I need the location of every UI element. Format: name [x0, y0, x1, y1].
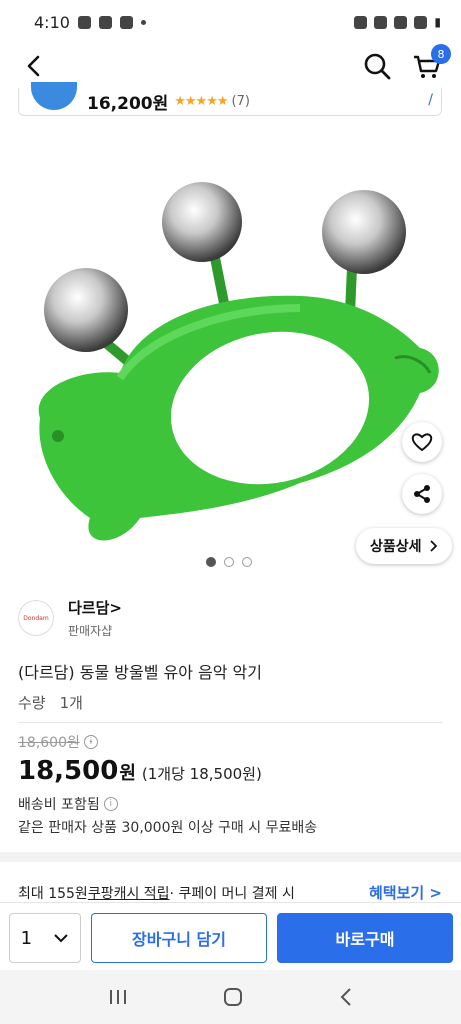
- original-price-row: 18,600원 i: [18, 732, 98, 752]
- info-icon[interactable]: i: [83, 735, 98, 749]
- pagination-dot[interactable]: [242, 557, 252, 567]
- alarm-icon: [374, 15, 388, 29]
- product-title: (다르담) 동물 방울벨 유아 음악 악기: [18, 663, 262, 682]
- more-dot-icon: [140, 19, 146, 25]
- seller-section[interactable]: Dondam 다르담> 판매자샵: [18, 597, 122, 639]
- chevron-down-icon: [54, 934, 69, 943]
- info-icon[interactable]: i: [103, 797, 118, 811]
- buy-now-button[interactable]: 바로구매: [277, 913, 453, 963]
- cash-suffix: · 쿠페이 머니 결제 시: [169, 885, 295, 902]
- gallery-icon: [119, 15, 133, 29]
- original-price: 18,600원: [18, 735, 80, 751]
- cash-reward-row: 최대 155원 쿠팡캐시 적립 · 쿠페이 머니 결제 시 혜택보기 >: [18, 882, 442, 903]
- recent-apps-icon[interactable]: [108, 988, 128, 1006]
- cash-prefix: 최대 155원: [18, 885, 88, 902]
- lock-icon: [354, 15, 368, 29]
- purchase-bar: 1 장바구니 담기 바로구매: [0, 902, 461, 970]
- unit-price: (1개당 18,500원): [141, 765, 262, 783]
- rating-stars: ★★★★★: [174, 94, 228, 109]
- product-image-gallery[interactable]: [0, 118, 461, 578]
- share-icon: [414, 485, 430, 503]
- quantity-select-value: 1: [20, 927, 33, 949]
- wishlist-button[interactable]: [402, 422, 442, 462]
- cart-button[interactable]: 8: [409, 44, 451, 84]
- free-shipping-note: 같은 판매자 상품 30,000원 이상 구매 시 무료배송: [18, 820, 318, 836]
- product-image: [38, 182, 439, 541]
- divider: [18, 722, 442, 723]
- share-button[interactable]: [402, 474, 442, 514]
- coupang-cash-link[interactable]: 쿠팡캐시 적립: [88, 883, 170, 903]
- mini-price: 16,200원: [87, 94, 169, 114]
- expand-icon[interactable]: /: [428, 92, 433, 108]
- product-detail-label: 상품상세: [370, 539, 422, 555]
- back-button[interactable]: [16, 48, 52, 84]
- wifi-icon: [394, 15, 408, 29]
- heart-icon: [411, 433, 433, 452]
- signal-icon: [414, 15, 428, 29]
- notification-icon: [77, 15, 91, 29]
- sale-price-unit: 원: [119, 763, 136, 784]
- pagination-dot[interactable]: [224, 557, 234, 567]
- shipping-label: 배송비 포함됨: [18, 797, 100, 813]
- battery-icon: ▮: [434, 15, 441, 29]
- search-icon: [364, 53, 391, 80]
- quantity-info: 수량 1개: [18, 692, 83, 713]
- gallery-pagination: [206, 557, 252, 567]
- back-nav-icon[interactable]: [339, 987, 353, 1007]
- quantity-label: 수량: [18, 694, 46, 712]
- clock: 4:10: [34, 12, 70, 32]
- review-count: (7): [231, 94, 250, 109]
- status-bar: 4:10 ▮: [0, 0, 461, 44]
- section-separator: [0, 852, 461, 862]
- product-detail-button[interactable]: 상품상세: [356, 528, 452, 564]
- sale-price-row: 18,500 원 (1개당 18,500원): [18, 756, 262, 786]
- quantity-value: 1개: [59, 694, 83, 712]
- add-to-cart-button[interactable]: 장바구니 담기: [91, 913, 267, 963]
- seller-type: 판매자샵: [68, 624, 113, 638]
- mini-product-thumbnail: [31, 82, 77, 110]
- chevron-right-icon: [429, 540, 437, 552]
- cart-count-badge: 8: [431, 44, 451, 64]
- sale-price: 18,500: [18, 756, 119, 786]
- benefit-link[interactable]: 혜택보기 >: [369, 882, 442, 903]
- talk-icon: [98, 15, 112, 29]
- pagination-dot[interactable]: [206, 557, 216, 567]
- home-icon[interactable]: [223, 987, 243, 1007]
- quantity-select[interactable]: 1: [9, 913, 81, 963]
- search-button[interactable]: [359, 48, 395, 84]
- shipping-row: 배송비 포함됨 i: [18, 794, 118, 814]
- seller-name[interactable]: 다르담>: [68, 597, 122, 618]
- mini-product-card[interactable]: 16,200원 ★★★★★ (7) /: [18, 82, 442, 116]
- seller-logo: Dondam: [18, 600, 54, 636]
- back-arrow-icon: [27, 55, 40, 77]
- system-nav-bar: [0, 970, 461, 1024]
